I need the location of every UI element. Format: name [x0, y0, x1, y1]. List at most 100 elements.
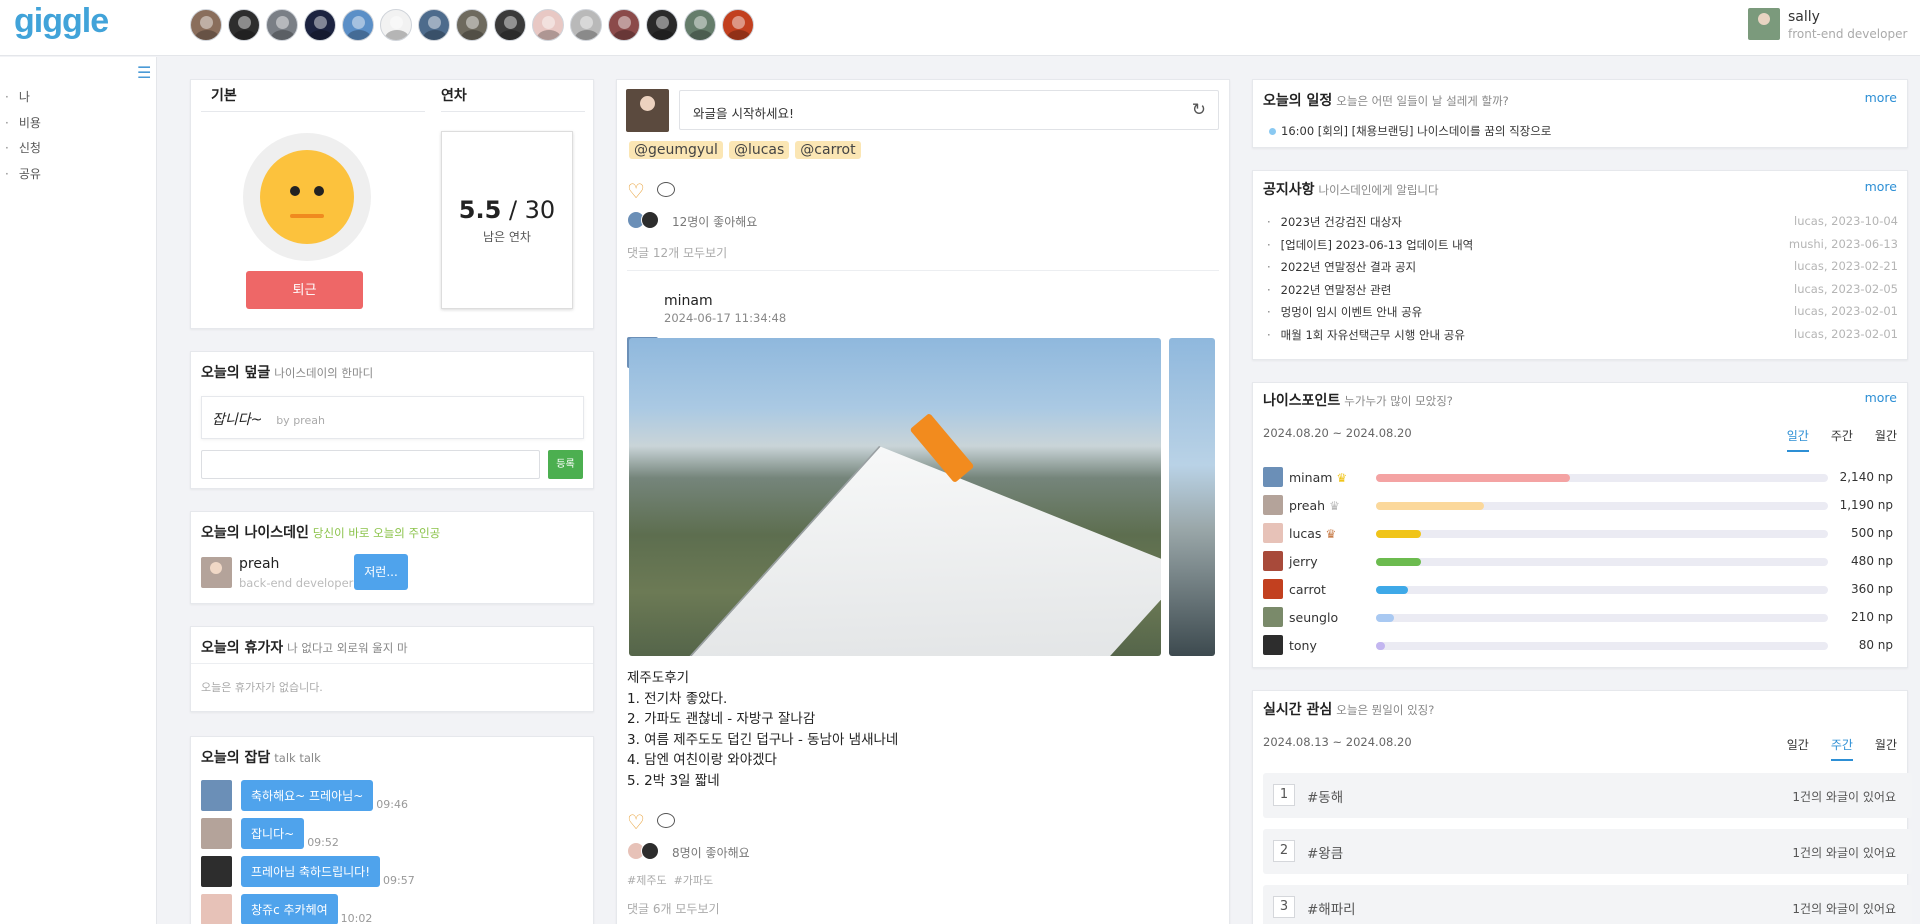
post-photo-next[interactable]	[1169, 338, 1215, 656]
trend-keyword: #왕큼	[1307, 846, 1344, 862]
tab-daily[interactable]: 일간	[1786, 427, 1809, 452]
leave-remaining: 5.5	[458, 196, 502, 224]
post-photo[interactable]	[629, 338, 1161, 656]
sidebar-item[interactable]: 비용	[5, 111, 41, 137]
notice-item[interactable]: 멍멍이 임시 이벤트 안내 공유lucas, 2023-02-01	[1267, 304, 1898, 327]
points-bar-fill	[1376, 642, 1386, 650]
sidebar-item[interactable]: 나	[5, 85, 41, 111]
trend-rank: 1	[1273, 784, 1295, 806]
points-bar-fill	[1376, 474, 1571, 482]
heart-icon[interactable]: ♡	[627, 810, 645, 834]
tab-monthly[interactable]: 월간	[1875, 736, 1897, 761]
points-avatar	[1263, 579, 1283, 599]
tab-weekly[interactable]: 주간	[1831, 427, 1853, 452]
points-value: 2,140 np	[1839, 470, 1893, 484]
points-row[interactable]: seunglo 210 np	[1263, 606, 1893, 628]
points-row[interactable]: lucas ♛ 500 np	[1263, 522, 1893, 544]
comment-input[interactable]	[201, 450, 540, 479]
chatter-panel: 오늘의 잡담 talk talk 축하해요~ 프레아님~ 09:46 잡니다~ 0…	[190, 736, 594, 924]
points-row[interactable]: preah ♛ 1,190 np	[1263, 494, 1893, 516]
quote-author: by preah	[276, 414, 325, 427]
trend-count: 1건의 와글이 있어요	[1792, 902, 1896, 916]
member-avatar[interactable]	[456, 9, 488, 41]
comment-icon[interactable]	[657, 182, 675, 197]
member-avatar[interactable]	[494, 9, 526, 41]
trend-keyword: #동해	[1307, 790, 1344, 806]
member-avatar[interactable]	[532, 9, 564, 41]
refresh-icon[interactable]: ↻	[1192, 100, 1206, 120]
points-row[interactable]: jerry 480 np	[1263, 550, 1893, 572]
sidebar-item[interactable]: 공유	[5, 162, 41, 188]
chat-avatar[interactable]	[201, 780, 232, 811]
schedule-item[interactable]: 16:00 [회의] [채용브랜딩] 나이스데이를 꿈의 직장으로	[1269, 123, 1551, 139]
tab-daily[interactable]: 일간	[1787, 736, 1809, 761]
member-avatar[interactable]	[722, 9, 754, 41]
tab-monthly[interactable]: 월간	[1875, 427, 1897, 452]
points-row[interactable]: minam ♛ 2,140 np	[1263, 466, 1893, 488]
points-avatar	[1263, 467, 1283, 487]
more-link[interactable]: more	[1865, 90, 1897, 105]
person-avatar[interactable]	[201, 557, 232, 588]
submit-button[interactable]: 등록	[548, 450, 583, 479]
member-avatar[interactable]	[228, 9, 260, 41]
tab-leave[interactable]: 연차	[441, 80, 585, 112]
trend-item[interactable]: 3 #해파리 1건의 와글이 있어요	[1263, 885, 1912, 924]
post-body: 제주도후기 1. 전기차 좋았다. 2. 가파도 괜찮네 - 자방구 잘나감 3…	[627, 668, 898, 791]
likes-count[interactable]: 8명이 좋아해요	[672, 844, 750, 861]
crown-icon: ♛	[1336, 470, 1348, 485]
clock-out-button[interactable]: 퇴근	[246, 271, 363, 309]
member-avatar[interactable]	[304, 9, 336, 41]
member-avatar[interactable]	[646, 9, 678, 41]
member-avatar[interactable]	[570, 9, 602, 41]
member-avatar[interactable]	[684, 9, 716, 41]
view-comments-link[interactable]: 댓글 12개 모두보기	[627, 244, 727, 261]
more-link[interactable]: more	[1865, 390, 1897, 405]
notice-item[interactable]: [업데이트] 2023-06-13 업데이트 내역mushi, 2023-06-…	[1267, 237, 1898, 260]
tab-basic[interactable]: 기본	[201, 80, 425, 112]
post-author[interactable]: minam	[664, 293, 713, 309]
mood-emoji-icon[interactable]	[243, 133, 371, 261]
trend-item[interactable]: 1 #동해 1건의 와글이 있어요	[1263, 773, 1912, 818]
comment-icon[interactable]	[657, 813, 675, 828]
sidebar-item[interactable]: 신청	[5, 136, 41, 162]
notice-item[interactable]: 매월 1회 자유선택근무 시행 안내 공유lucas, 2023-02-01	[1267, 327, 1898, 350]
notice-item[interactable]: 2022년 연말정산 관련lucas, 2023-02-05	[1267, 282, 1898, 305]
view-comments-link[interactable]: 댓글 6개 모두보기	[627, 900, 720, 917]
mention-tag[interactable]: @geumgyul	[629, 141, 723, 159]
heart-icon[interactable]: ♡	[627, 179, 645, 203]
chat-avatar[interactable]	[201, 894, 232, 924]
panel-title: 오늘의 나이스데인 당신이 바로 오늘의 주인공	[201, 525, 441, 541]
mention-tag[interactable]: @lucas	[728, 141, 790, 159]
member-avatar[interactable]	[418, 9, 450, 41]
chat-avatar[interactable]	[201, 818, 232, 849]
post-line: 1. 전기차 좋았다.	[627, 690, 728, 707]
post-datetime: 2024-06-17 11:34:48	[664, 311, 787, 325]
tab-weekly[interactable]: 주간	[1830, 736, 1853, 761]
member-avatar[interactable]	[380, 9, 412, 41]
points-avatar	[1263, 523, 1283, 543]
points-row[interactable]: carrot 360 np	[1263, 578, 1893, 600]
more-link[interactable]: more	[1865, 179, 1897, 194]
member-avatar[interactable]	[608, 9, 640, 41]
member-avatar[interactable]	[266, 9, 298, 41]
mention-tag[interactable]: @carrot	[795, 141, 861, 159]
logo[interactable]: giggle	[14, 2, 109, 41]
chat-avatar[interactable]	[201, 856, 232, 887]
notice-item[interactable]: 2022년 연말정산 결과 공지lucas, 2023-02-21	[1267, 259, 1898, 282]
points-name: preah ♛	[1289, 497, 1340, 513]
composer-avatar[interactable]	[626, 89, 669, 132]
points-row[interactable]: tony 80 np	[1263, 634, 1893, 656]
post-hashtags[interactable]: #제주도 #가파도	[627, 872, 713, 888]
liker-avatars	[627, 842, 659, 860]
likes-count[interactable]: 12명이 좋아해요	[672, 213, 757, 230]
menu-icon[interactable]: ☰	[137, 63, 151, 82]
points-bar-track	[1376, 474, 1828, 482]
member-avatar[interactable]	[190, 9, 222, 41]
current-user[interactable]: sally front-end developer	[1748, 8, 1907, 41]
person-name: preah	[239, 556, 280, 572]
notice-item[interactable]: 2023년 건강검진 대상자lucas, 2023-10-04	[1267, 214, 1898, 237]
panel-title: 오늘의 일정 오늘은 어떤 일들이 날 설레게 할까?	[1263, 93, 1509, 109]
member-avatar[interactable]	[342, 9, 374, 41]
trend-item[interactable]: 2 #왕큼 1건의 와글이 있어요	[1263, 829, 1912, 874]
composer-input[interactable]: 와글을 시작하세요! ↻	[679, 90, 1219, 130]
